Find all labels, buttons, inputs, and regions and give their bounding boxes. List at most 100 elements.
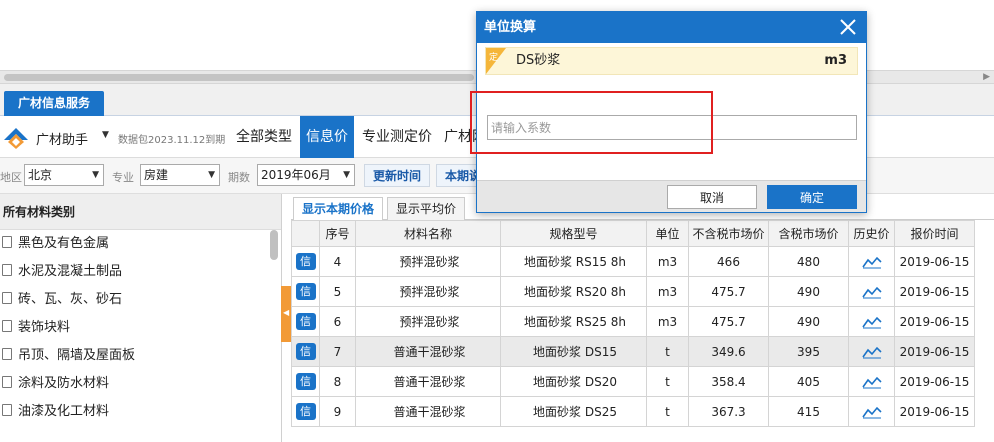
col-price-ex-tax[interactable]: 不含税市场价	[688, 220, 769, 247]
cell-name: 预拌混砂浆	[355, 276, 501, 307]
trend-chart-icon[interactable]	[861, 315, 882, 329]
dropdown-arrow-icon: ▼	[343, 170, 350, 180]
region-value: 北京	[28, 168, 53, 182]
cell-no: 4	[319, 246, 356, 277]
material-name: DS砂浆	[516, 53, 561, 68]
tab-guangcai-info-service[interactable]: 广材信息服务	[4, 91, 104, 116]
file-icon	[2, 292, 12, 304]
cell-name: 普通干混砂浆	[355, 366, 501, 397]
info-badge: 信	[295, 373, 316, 390]
cell-history[interactable]	[848, 276, 895, 307]
update-time-button[interactable]: 更新时间	[364, 164, 431, 187]
cell-date: 2019-06-15	[894, 276, 975, 307]
highlight-annotation-box	[470, 91, 713, 154]
tab-professional-price[interactable]: 专业测定价	[356, 116, 438, 158]
category-item[interactable]: 装饰块料	[0, 314, 281, 342]
pane-splitter-handle[interactable]: ◀	[281, 286, 291, 342]
scrollbar-thumb[interactable]	[4, 74, 474, 81]
category-item[interactable]: 油漆及化工材料	[0, 398, 281, 426]
category-item[interactable]: 黑色及有色金属	[0, 230, 281, 258]
cell-date: 2019-06-15	[894, 246, 975, 277]
info-badge: 信	[295, 343, 316, 360]
cell-unit: m3	[646, 276, 689, 307]
table-header-row: 序号 材料名称 规格型号 单位 不含税市场价 含税市场价 历史价 报价时间	[291, 220, 975, 247]
cell-price-in: 480	[768, 246, 849, 277]
category-header: 所有材料类别	[0, 194, 281, 230]
trend-chart-icon[interactable]	[861, 255, 882, 269]
category-item[interactable]: 砖、瓦、灰、砂石	[0, 286, 281, 314]
info-badge: 信	[295, 313, 316, 330]
major-select[interactable]: 房建 ▼	[140, 164, 220, 186]
cell-name: 预拌混砂浆	[355, 306, 501, 337]
category-pane: 所有材料类别 黑色及有色金属 水泥及混凝土制品 砖、瓦、灰、砂石 装饰块料 吊顶…	[0, 194, 282, 442]
cell-price-in: 490	[768, 306, 849, 337]
col-unit[interactable]: 单位	[646, 220, 689, 247]
cell-spec: 地面砂浆 RS15 8h	[500, 246, 647, 277]
cell-name: 普通干混砂浆	[355, 396, 501, 427]
col-spec[interactable]: 规格型号	[500, 220, 647, 247]
cell-spec: 地面砂浆 DS20	[500, 366, 647, 397]
major-value: 房建	[144, 168, 169, 182]
cell-price-ex: 475.7	[688, 276, 769, 307]
cell-name: 普通干混砂浆	[355, 336, 501, 367]
cell-spec: 地面砂浆 RS20 8h	[500, 276, 647, 307]
file-icon	[2, 264, 12, 276]
table-row[interactable]: 信 6 预拌混砂浆 地面砂浆 RS25 8h m3 475.7 490 2019…	[291, 306, 975, 337]
table-row[interactable]: 信 5 预拌混砂浆 地面砂浆 RS20 8h m3 475.7 490 2019…	[291, 276, 975, 307]
file-icon	[2, 236, 12, 248]
category-item[interactable]: 吊顶、隔墙及屋面板	[0, 342, 281, 370]
trend-chart-icon[interactable]	[861, 405, 882, 419]
cell-price-in: 415	[768, 396, 849, 427]
cell-price-in: 490	[768, 276, 849, 307]
file-icon	[2, 376, 12, 388]
cell-price-in: 405	[768, 366, 849, 397]
ok-button[interactable]: 确定	[767, 185, 857, 209]
table-row[interactable]: 信 4 预拌混砂浆 地面砂浆 RS15 8h m3 466 480 2019-0…	[291, 246, 975, 277]
cell-no: 7	[319, 336, 356, 367]
dropdown-arrow-icon: ▼	[92, 170, 99, 180]
tab-average-price[interactable]: 显示平均价	[387, 197, 466, 220]
brand-name[interactable]: 广材助手	[36, 129, 88, 148]
cell-date: 2019-06-15	[894, 306, 975, 337]
cell-price-ex: 475.7	[688, 306, 769, 337]
trend-chart-icon[interactable]	[861, 345, 882, 359]
close-icon[interactable]	[838, 17, 858, 37]
cell-history[interactable]	[848, 336, 895, 367]
table-row[interactable]: 信 9 普通干混砂浆 地面砂浆 DS25 t 367.3 415 2019-06…	[291, 396, 975, 427]
category-item[interactable]: 水泥及混凝土制品	[0, 258, 281, 286]
dialog-title: 单位换算	[477, 12, 866, 43]
region-select[interactable]: 北京 ▼	[24, 164, 104, 186]
period-select[interactable]: 2019年06月 ▼	[257, 164, 355, 186]
scroll-right-icon[interactable]: ▶	[983, 71, 990, 84]
price-table: 序号 材料名称 规格型号 单位 不含税市场价 含税市场价 历史价 报价时间 信 …	[291, 220, 975, 427]
col-no[interactable]: 序号	[319, 220, 356, 247]
cell-unit: t	[646, 366, 689, 397]
tab-current-price[interactable]: 显示本期价格	[293, 197, 384, 220]
tab-all-types[interactable]: 全部类型	[230, 116, 298, 158]
caret-down-icon[interactable]: ▼	[102, 130, 109, 140]
scrollbar-thumb[interactable]	[270, 230, 278, 260]
region-label: 地区	[0, 171, 22, 184]
cell-price-ex: 367.3	[688, 396, 769, 427]
cancel-button[interactable]: 取消	[667, 185, 757, 209]
info-badge: 信	[295, 253, 316, 270]
cell-price-ex: 358.4	[688, 366, 769, 397]
col-price-in-tax[interactable]: 含税市场价	[768, 220, 849, 247]
category-item[interactable]: 涂料及防水材料	[0, 370, 281, 398]
trend-chart-icon[interactable]	[861, 285, 882, 299]
table-row-selected[interactable]: 信 7 普通干混砂浆 地面砂浆 DS15 t 349.6 395 2019-06…	[291, 336, 975, 367]
col-name[interactable]: 材料名称	[355, 220, 501, 247]
period-label: 期数	[228, 171, 250, 184]
table-row[interactable]: 信 8 普通干混砂浆 地面砂浆 DS20 t 358.4 405 2019-06…	[291, 366, 975, 397]
cell-history[interactable]	[848, 306, 895, 337]
trend-chart-icon[interactable]	[861, 375, 882, 389]
col-history[interactable]: 历史价	[848, 220, 895, 247]
vertical-scrollbar[interactable]	[270, 230, 278, 440]
cell-history[interactable]	[848, 246, 895, 277]
col-date[interactable]: 报价时间	[894, 220, 975, 247]
cell-history[interactable]	[848, 366, 895, 397]
cell-date: 2019-06-15	[894, 366, 975, 397]
cell-history[interactable]	[848, 396, 895, 427]
fixed-tag-label: 定	[489, 51, 498, 63]
tab-info-price[interactable]: 信息价	[300, 116, 354, 158]
